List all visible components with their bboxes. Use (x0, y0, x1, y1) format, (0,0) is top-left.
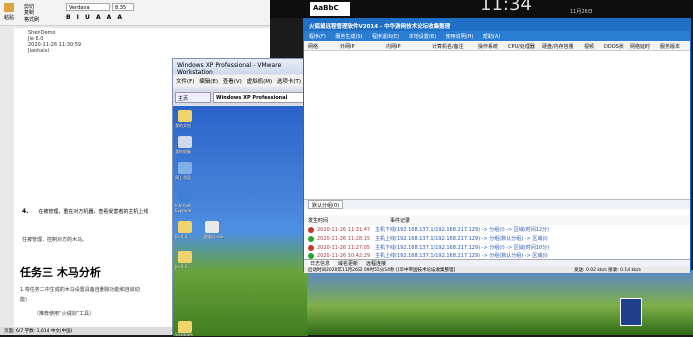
col-video[interactable]: 视频 (584, 43, 594, 50)
network-places-icon[interactable] (178, 162, 192, 174)
menu-tabs[interactable]: 选项卡(T) (277, 79, 301, 85)
doc-paragraph: 能) (20, 297, 27, 303)
style-sample: AaBbC (310, 2, 350, 16)
log-row[interactable]: 2020-11-26 11:28:15 主机上线(192.168.137.1/19… (308, 235, 688, 244)
log-col-event: 事件记录 (390, 218, 411, 224)
offline-icon (308, 244, 314, 251)
menu-build[interactable]: 服务生成(S) (335, 34, 362, 40)
col-disk[interactable]: 硬盘/内存容量 (542, 43, 574, 50)
log-header: 发生时间 事件记录 (304, 215, 690, 225)
step-number: 4. (22, 208, 29, 215)
step4: 4. 在被管理，重在对方机器，查看受害者的主机上线 (22, 208, 172, 215)
tab-default-group[interactable]: 默认分组(0) (308, 200, 344, 209)
col-ddos[interactable]: DDOS状 (604, 43, 624, 50)
internet-explorer-icon[interactable] (178, 190, 192, 202)
paste-button[interactable]: 粘贴 (4, 14, 14, 21)
desktop-icon-label: 我的文档 (175, 123, 191, 128)
menu-program[interactable]: 程序(F) (309, 34, 326, 40)
word-ribbon: 粘贴 剪切 复制 格式刷 Verdana 8.35 B I U A A A (0, 0, 270, 26)
doc-file-icon[interactable] (620, 298, 642, 326)
log-row[interactable]: 2020-11-26 11:31:47 主机下线(192.168.137.1/19… (308, 226, 688, 235)
step4-text: 在被管理，重在对方机器，查看受害者的主机上线 (38, 209, 149, 215)
folder-icon[interactable] (178, 221, 192, 233)
tab-log-info[interactable]: 日志信息 (308, 260, 333, 267)
my-computer-icon[interactable] (178, 136, 192, 148)
remote-admin-window: 火狐鼠远程管理软件V2014 - 中华游网技术论坛收集整理 程序(F) 服务生成… (303, 18, 691, 273)
offline-icon (308, 226, 314, 233)
host-list[interactable] (304, 51, 690, 199)
log-col-time: 发生时间 (308, 218, 329, 224)
log-tabs: 日志信息 域名更新 远程连接 (304, 259, 690, 267)
admin-note: 在被管理，控制对方的木马。 (22, 237, 88, 243)
host-table-header: 网络 外网IP 内网IP 计算机名/备注 操作系统 CPU/处理器 硬盘/内存容… (304, 41, 690, 51)
tab-winxp[interactable]: Windows XP Professional (213, 92, 306, 103)
status-start-time: 启动时间2020年11月26日 09时55分54秒 [[华中帝国技术论坛收集整理… (308, 268, 456, 273)
doc-line: Jiaohaixi (28, 48, 49, 54)
font-size-select[interactable]: 8.35 (112, 3, 134, 11)
menu-vm[interactable]: 虚拟机(M) (247, 79, 273, 85)
desktop-icon-label: 网上邻居 (175, 175, 191, 180)
tab-home[interactable]: 主页 (175, 92, 211, 103)
doc-paragraph: （推荐使用“火绒剑”工具） (34, 311, 95, 317)
app-title: 火狐鼠远程管理软件V2014 - 中华游网技术论坛收集整理 (304, 19, 690, 31)
col-network[interactable]: 网络 (308, 43, 318, 50)
app-status-bar: 启动时间2020年11月26日 09时55分54秒 [[华中帝国技术论坛收集整理… (304, 267, 690, 273)
menu-exit[interactable]: 程序退出(E) (372, 34, 399, 40)
col-version[interactable]: 服务版本 (660, 43, 680, 50)
menu-help[interactable]: 帮助(A) (483, 34, 500, 40)
menu-view[interactable]: 查看(V) (223, 79, 242, 85)
section-heading: 任务三 木马分析 (20, 266, 101, 279)
col-public-ip[interactable]: 外网IP (340, 43, 355, 50)
clock-partial: 11:34 (480, 0, 532, 15)
desktop-icon-label: 国服机.exe (203, 234, 224, 239)
paste-icon[interactable] (4, 3, 14, 12)
desktop-icon-label: Jie 6.0 (175, 234, 188, 239)
menu-settings[interactable]: 本地设置(B) (409, 34, 436, 40)
menu-file[interactable]: 文件(F) (176, 79, 194, 85)
vmware-window: Windows XP Professional - VMware Worksta… (172, 58, 308, 337)
col-cpu[interactable]: CPU/处理器 (508, 43, 535, 50)
col-os[interactable]: 操作系统 (478, 43, 498, 50)
col-lan-ip[interactable]: 内网IP (386, 43, 401, 50)
vmware-tabs: 主页 Windows XP Professional (173, 89, 308, 105)
my-documents-icon[interactable] (178, 110, 192, 122)
tab-remote-conn[interactable]: 远程连接 (366, 260, 386, 267)
format-buttons-bar[interactable]: B I U A A A (66, 14, 124, 21)
xp-desktop[interactable]: 我的文档 我的电脑 网上邻居 Internet Explorer Jie 6.0… (173, 106, 308, 337)
online-icon (308, 235, 314, 242)
format-painter-button[interactable]: 格式刷 (24, 16, 39, 23)
desktop-icon-label: Internet Explorer (175, 203, 192, 213)
vmware-title: Windows XP Professional - VMware Worksta… (173, 59, 308, 76)
online-icon (308, 252, 314, 259)
menu-edit[interactable]: 编辑(E) (199, 79, 218, 85)
col-hostname[interactable]: 计算机名/备注 (432, 43, 464, 50)
tab-dns-update[interactable]: 域名更新 (338, 260, 358, 267)
exe-file-icon[interactable] (205, 221, 219, 233)
desktop-icon-label: 我的电脑 (175, 149, 191, 154)
copy-button[interactable]: 复制 (24, 9, 34, 16)
group-tabs: 默认分组(0) (304, 199, 690, 209)
app-menu: 程序(F) 服务生成(S) 程序退出(E) 本地设置(B) 使用说明(H) 帮助… (304, 31, 690, 41)
col-latency[interactable]: 网络延时 (630, 43, 650, 50)
status-traffic: 发送: 0.02 kb/s 接收: 0.14 kb/s (574, 268, 641, 273)
desktop-top-band: AaBbC 11:34 11月26日 (270, 0, 693, 18)
vmware-menu: 文件(F) 编辑(E) 查看(V) 虚拟机(M) 选项卡(T) (173, 75, 308, 87)
desktop-icon-label: Jie 6.0 (175, 264, 188, 269)
folder-icon[interactable] (178, 251, 192, 263)
date-partial: 11月26日 (570, 9, 593, 15)
menu-manual[interactable]: 使用说明(H) (446, 34, 474, 40)
font-name-select[interactable]: Verdana (66, 3, 110, 11)
doc-paragraph: 1.将任务二中生成的木马设置具备自删除功能和自启动 (20, 287, 140, 293)
